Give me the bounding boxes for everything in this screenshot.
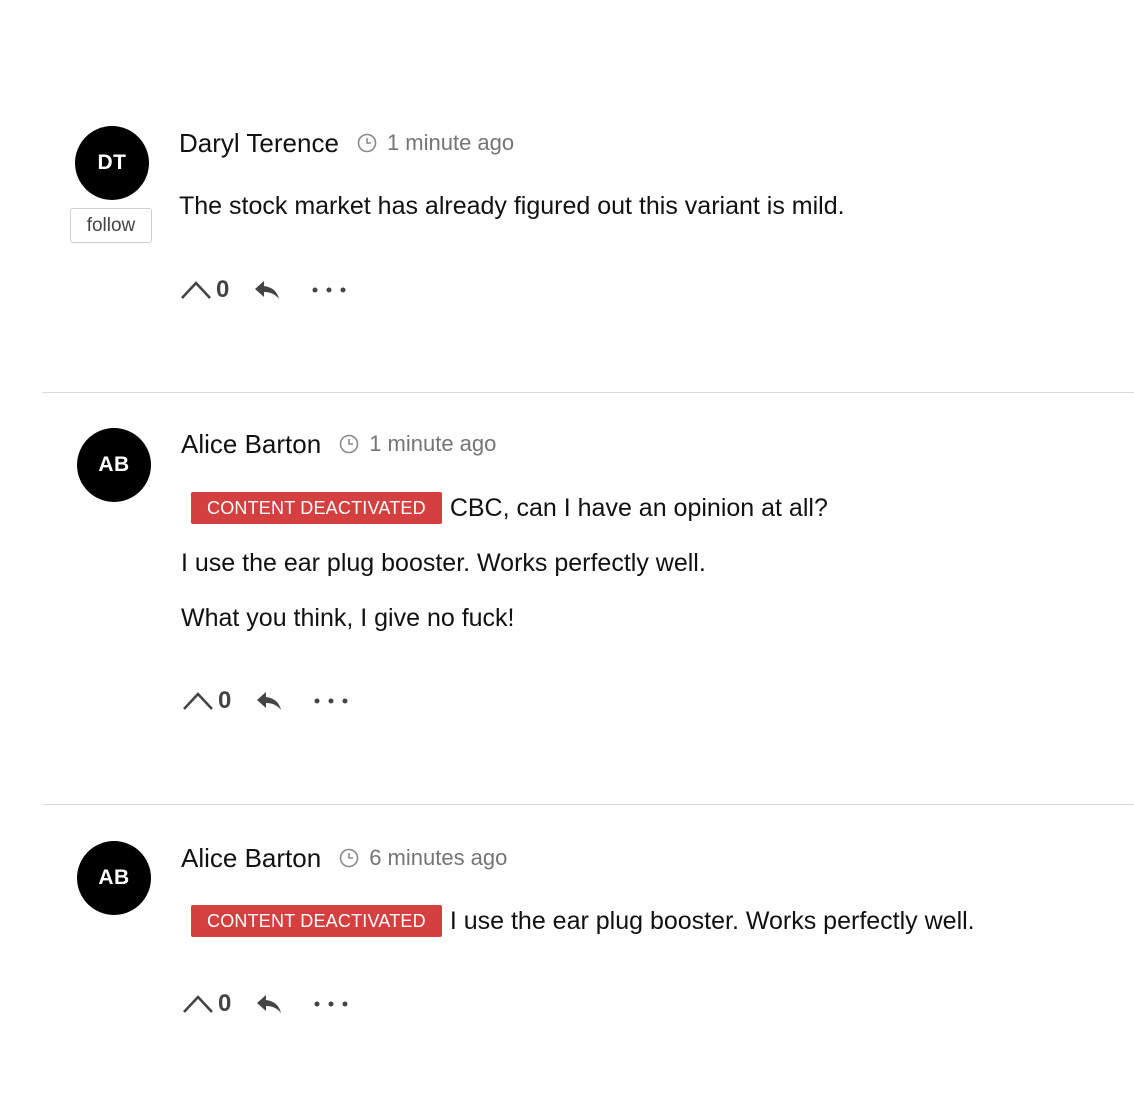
avatar[interactable]: AB: [77, 841, 151, 915]
comment-text-content: CBC, can I have an opinion at all?: [449, 493, 828, 522]
reply-icon[interactable]: [255, 993, 283, 1015]
more-horizontal-icon[interactable]: [311, 285, 347, 295]
clock-icon: [339, 848, 359, 868]
comment-text-content: I use the ear plug booster. Works perfec…: [449, 906, 975, 935]
author-name[interactable]: Daryl Terence: [179, 128, 339, 159]
upvote-button[interactable]: 0: [182, 687, 231, 715]
avatar[interactable]: AB: [77, 428, 151, 502]
reply-icon[interactable]: [255, 690, 283, 712]
content-deactivated-badge: CONTENT DEACTIVATED: [191, 492, 442, 524]
comment-text: CONTENT DEACTIVATED CBC, can I have an o…: [181, 490, 828, 526]
comment-actions: 0: [182, 986, 349, 1022]
divider: [42, 804, 1134, 805]
vote-count: 0: [218, 990, 232, 1017]
avatar[interactable]: DT: [75, 126, 149, 200]
timestamp: 6 minutes ago: [369, 845, 508, 870]
divider: [42, 392, 1134, 393]
upvote-button[interactable]: 0: [182, 990, 231, 1018]
timestamp: 1 minute ago: [369, 431, 497, 456]
comment-text-content: I use the ear plug booster. Works perfec…: [181, 548, 706, 577]
timestamp: 1 minute ago: [386, 130, 515, 155]
clock-icon: [357, 133, 377, 153]
reply-icon[interactable]: [253, 279, 281, 301]
comment-text: I use the ear plug booster. Works perfec…: [181, 545, 706, 581]
chevron-up-icon: [183, 692, 213, 710]
comment-header: Alice Barton 6 minutes ago: [181, 841, 507, 875]
comment-text: What you think, I give no fuck!: [181, 600, 515, 636]
author-name[interactable]: Alice Barton: [181, 429, 321, 460]
more-horizontal-icon[interactable]: [313, 696, 349, 706]
chevron-up-icon: [181, 281, 211, 299]
comment-actions: 0: [182, 683, 349, 719]
more-horizontal-icon[interactable]: [313, 999, 349, 1009]
author-name[interactable]: Alice Barton: [181, 843, 321, 874]
comment-text: CONTENT DEACTIVATED I use the ear plug b…: [181, 903, 975, 939]
comment-header: Alice Barton 1 minute ago: [181, 427, 496, 461]
comment-text: The stock market has already figured out…: [179, 188, 845, 224]
comment-actions: 0: [180, 272, 347, 308]
vote-count: 0: [218, 687, 232, 714]
content-deactivated-badge: CONTENT DEACTIVATED: [191, 905, 442, 937]
vote-count: 0: [216, 276, 230, 303]
comment-text-content: The stock market has already figured out…: [179, 191, 845, 220]
comment-header: Daryl Terence 1 minute ago: [179, 126, 514, 160]
follow-button[interactable]: follow: [70, 208, 152, 243]
chevron-up-icon: [183, 995, 213, 1013]
clock-icon: [339, 434, 359, 454]
comment-text-content: What you think, I give no fuck!: [181, 603, 515, 632]
upvote-button[interactable]: 0: [180, 276, 229, 304]
